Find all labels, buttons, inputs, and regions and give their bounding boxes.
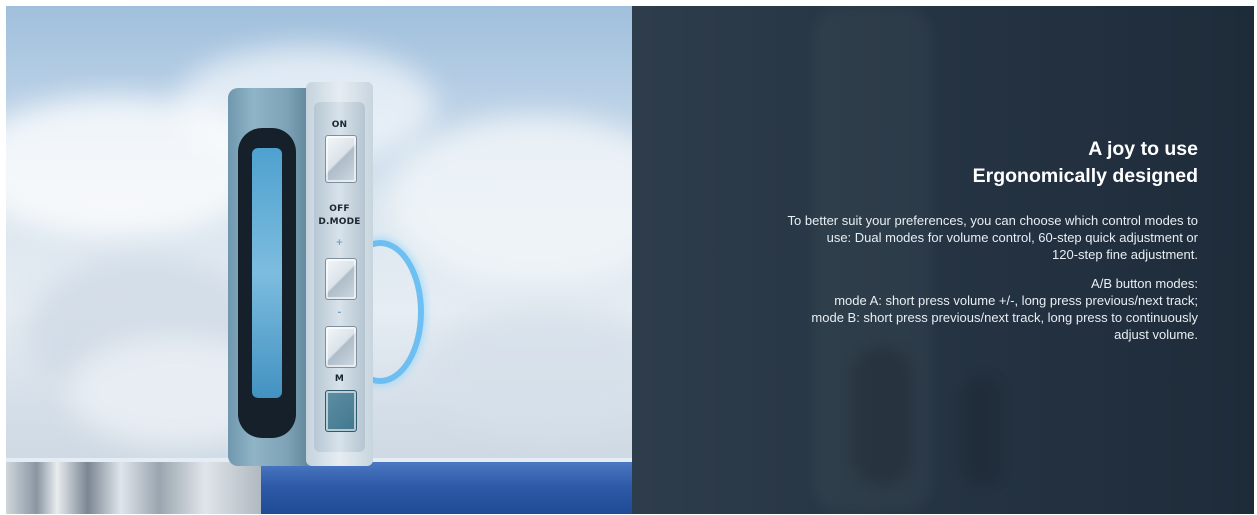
paragraph-line: 120-step fine adjustment. [1052,247,1198,262]
dac-device: ON OFF D.MODE + - M [228,82,373,466]
pedestal-ice [6,462,261,514]
label-dmode: D.MODE [318,217,361,227]
feature-copy: A joy to use Ergonomically designed To b… [678,136,1198,343]
volume-up-key [325,258,357,300]
device-side [228,88,312,466]
feature-heading: A joy to use Ergonomically designed [678,136,1198,190]
label-plus: + [335,238,344,248]
cloud [386,116,632,286]
label-minus: - [337,308,342,318]
label-on: ON [331,120,348,130]
paragraph-line: mode A: short press volume +/-, long pre… [834,293,1198,308]
background-shape [962,376,1002,486]
paragraph-line: adjust volume. [1114,327,1198,342]
device-button-face: ON OFF D.MODE + - M [306,82,373,466]
feature-banner: ON OFF D.MODE + - M A joy to use Ergonom… [6,6,1254,514]
product-photo: ON OFF D.MODE + - M [6,6,632,514]
paragraph-line: A/B button modes: [1091,276,1198,291]
device-light-strip [252,148,282,398]
label-off: OFF [329,204,350,214]
button-modes-paragraph: A/B button modes: mode A: short press vo… [678,275,1198,343]
heading-line: Ergonomically designed [972,165,1198,187]
paragraph-line: mode B: short press previous/next track,… [811,310,1198,325]
paragraph-line: use: Dual modes for volume control, 60-s… [826,230,1198,245]
pedestal-blue [261,462,632,514]
mode-key [325,390,357,432]
paragraph-line: To better suit your preferences, you can… [787,213,1198,228]
control-modes-paragraph: To better suit your preferences, you can… [678,212,1198,263]
feature-text-panel: A joy to use Ergonomically designed To b… [632,6,1254,514]
label-m: M [334,374,345,384]
cloud [426,306,632,436]
volume-down-key [325,326,357,368]
power-switch [325,135,357,183]
device-window [238,128,296,438]
heading-line: A joy to use [1088,138,1198,160]
background-shape [852,346,912,486]
